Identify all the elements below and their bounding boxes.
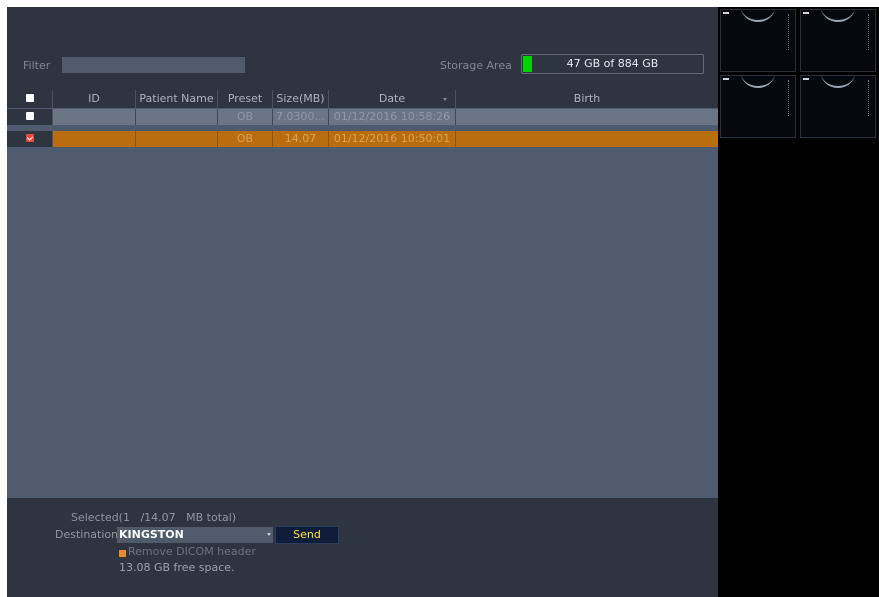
row-select-cell[interactable] bbox=[7, 109, 53, 125]
thumbnail-marker bbox=[803, 78, 809, 80]
row-checkbox-checked[interactable] bbox=[25, 134, 34, 142]
storage-area-label: Storage Area bbox=[440, 59, 512, 72]
column-header-date-label: Date bbox=[378, 92, 406, 105]
app-window: Filter Storage Area 47 GB of 884 GB ID P… bbox=[7, 7, 879, 597]
ultrasound-thumbnail[interactable] bbox=[720, 75, 796, 138]
export-panel: Filter Storage Area 47 GB of 884 GB ID P… bbox=[7, 7, 718, 597]
depth-scale bbox=[868, 80, 869, 116]
cell-birth bbox=[456, 131, 718, 147]
remove-dicom-header-label: Remove DICOM header bbox=[128, 545, 256, 558]
cell-patient-name bbox=[136, 131, 218, 147]
thumbnail-marker bbox=[803, 12, 809, 14]
select-all-checkbox[interactable] bbox=[25, 94, 34, 102]
cell-birth bbox=[456, 109, 718, 125]
depth-scale bbox=[788, 80, 789, 116]
filter-label: Filter bbox=[23, 59, 51, 72]
table-row-selected[interactable]: OB 14.07 01/12/2016 10:50:01 bbox=[7, 131, 718, 147]
destination-label: Destination bbox=[55, 528, 119, 541]
cell-size: 14.07 bbox=[273, 131, 329, 147]
cell-preset: OB bbox=[218, 131, 273, 147]
cell-id bbox=[53, 131, 136, 147]
thumbnail-marker bbox=[723, 78, 729, 80]
study-table: ID Patient Name Preset Size(MB) Date Bir… bbox=[7, 90, 718, 498]
column-header-preset[interactable]: Preset bbox=[218, 90, 273, 108]
free-space-text: 13.08 GB free space. bbox=[119, 561, 235, 574]
table-row[interactable]: OB 7.0300... 01/12/2016 10:58:26 bbox=[7, 109, 718, 125]
cell-size: 7.0300... bbox=[273, 109, 329, 125]
toolbar: Filter Storage Area 47 GB of 884 GB bbox=[7, 7, 718, 87]
column-header-patient-name[interactable]: Patient Name bbox=[136, 90, 218, 108]
ultrasound-thumbnail[interactable] bbox=[800, 75, 876, 138]
export-footer: Selected(1 /14.07 MB total) Destination … bbox=[7, 498, 718, 597]
send-button[interactable]: Send bbox=[275, 526, 339, 544]
storage-usage-text: 47 GB of 884 GB bbox=[566, 57, 659, 70]
dropdown-arrow-icon bbox=[267, 533, 271, 536]
cell-date: 01/12/2016 10:58:26 bbox=[329, 109, 456, 125]
column-header-birth[interactable]: Birth bbox=[456, 90, 718, 108]
thumbnail-marker bbox=[723, 12, 729, 14]
table-header: ID Patient Name Preset Size(MB) Date Bir… bbox=[7, 90, 718, 108]
sort-descending-icon bbox=[443, 98, 447, 101]
cell-preset: OB bbox=[218, 109, 273, 125]
ultrasound-thumbnail[interactable] bbox=[720, 9, 796, 72]
column-header-date[interactable]: Date bbox=[329, 90, 456, 108]
depth-scale bbox=[868, 14, 869, 50]
ultrasound-image-icon bbox=[741, 76, 775, 88]
cell-date: 01/12/2016 10:50:01 bbox=[329, 131, 456, 147]
depth-scale bbox=[788, 14, 789, 50]
ultrasound-thumbnail[interactable] bbox=[800, 9, 876, 72]
select-all-header[interactable] bbox=[7, 90, 53, 108]
cell-id bbox=[53, 109, 136, 125]
ultrasound-image-icon bbox=[821, 76, 855, 88]
row-select-cell[interactable] bbox=[7, 131, 53, 147]
destination-value: KINGSTON bbox=[119, 528, 184, 541]
selection-summary: Selected(1 /14.07 MB total) bbox=[71, 511, 237, 524]
column-header-id[interactable]: ID bbox=[53, 90, 136, 108]
ultrasound-image-icon bbox=[741, 10, 775, 22]
ultrasound-image-icon bbox=[821, 10, 855, 22]
storage-usage-bar: 47 GB of 884 GB bbox=[521, 54, 704, 74]
cell-patient-name bbox=[136, 109, 218, 125]
column-header-size[interactable]: Size(MB) bbox=[273, 90, 329, 108]
row-checkbox[interactable] bbox=[25, 112, 34, 120]
filter-input[interactable] bbox=[62, 57, 245, 73]
destination-select[interactable]: KINGSTON bbox=[117, 527, 273, 543]
remove-dicom-header-checkbox[interactable] bbox=[119, 550, 126, 557]
thumbnail-panel bbox=[720, 7, 879, 597]
